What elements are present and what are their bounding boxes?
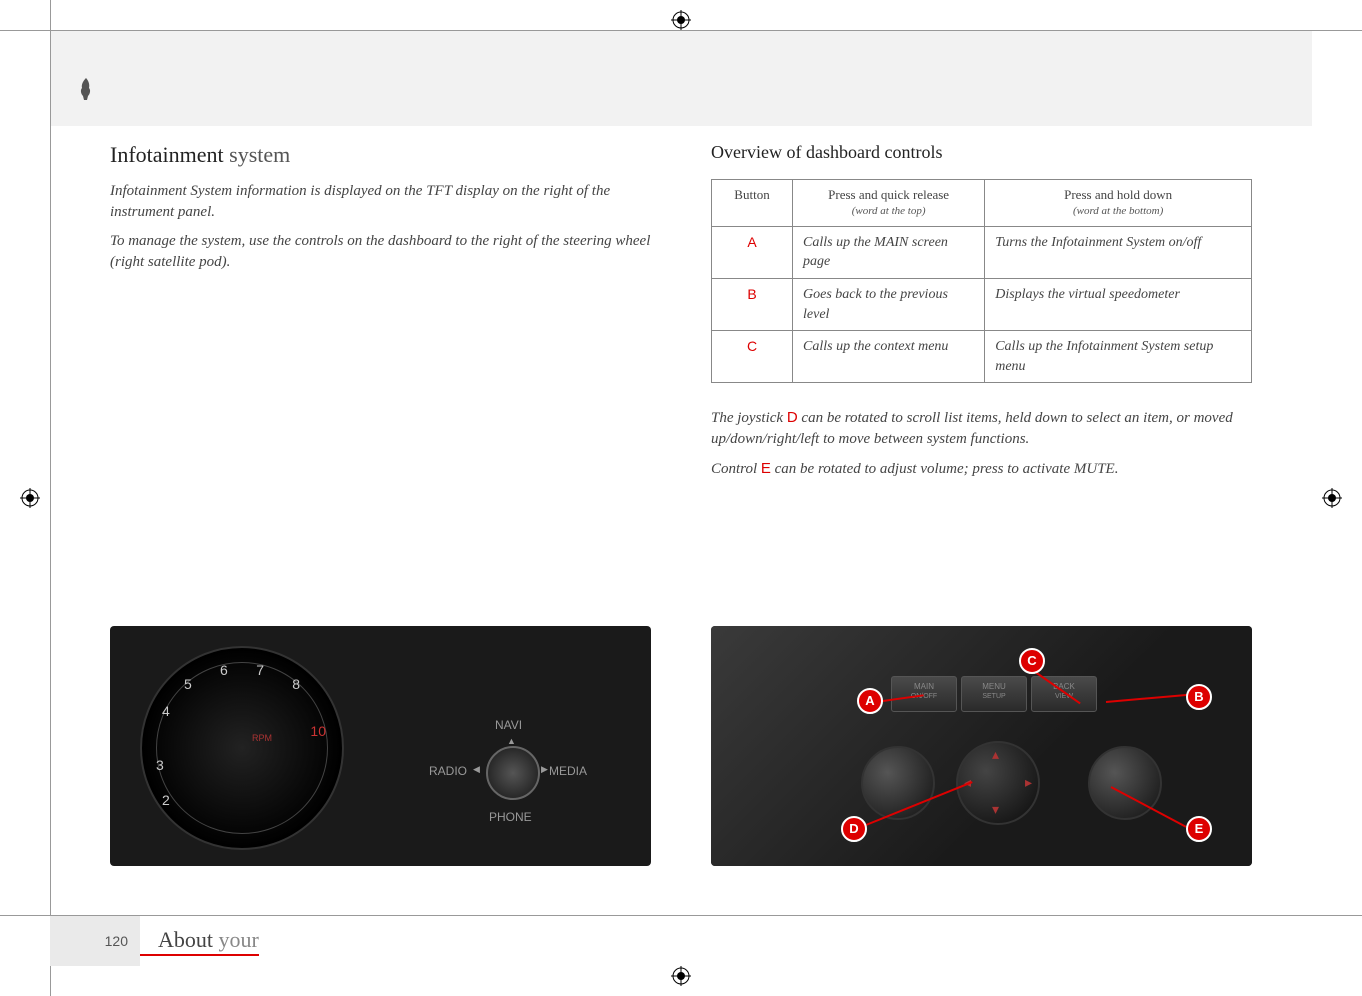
registration-mark-icon — [20, 488, 40, 508]
button-letter: B — [712, 278, 793, 330]
paragraph: Infotainment System information is displ… — [110, 181, 651, 223]
heading-main: Infotainment — [110, 142, 224, 167]
section-title: About your — [140, 927, 259, 956]
table-header-hold: Press and hold down(word at the bottom) — [985, 180, 1252, 227]
press-action: Calls up the context menu — [793, 331, 985, 383]
paragraph: To manage the system, use the controls o… — [110, 231, 651, 273]
subsection-heading: Overview of dashboard controls — [711, 140, 1252, 165]
nav-pad: NAVI RADIO MEDIA PHONE ▲ ◀ ▶ — [431, 706, 591, 846]
dashboard-controls-image: MAINON/OFF MENUSETUP BACKVIEW ▴ ◂ ▸ ▾ — [711, 626, 1252, 866]
section-heading: Infotainment system — [110, 140, 651, 171]
heading-main: Overview — [711, 142, 782, 162]
table-row: B Goes back to the previous level Displa… — [712, 278, 1252, 330]
callout-letter: E — [761, 460, 771, 477]
heading-sub: of dashboard controls — [786, 142, 942, 162]
chevron-right-icon: ▶ — [541, 764, 548, 775]
chevron-left-icon: ◀ — [473, 764, 480, 775]
arrow-down-icon: ▾ — [992, 802, 999, 819]
callout-a: A — [857, 688, 883, 714]
page-frame: Infotainment system Infotainment System … — [50, 30, 1312, 966]
page-footer: 120 About your — [50, 916, 1312, 966]
callout-b: B — [1186, 684, 1212, 710]
heading-sub: system — [229, 142, 290, 167]
left-knob — [861, 746, 935, 820]
callout-e: E — [1186, 816, 1212, 842]
press-action: Calls up the MAIN screen page — [793, 226, 985, 278]
main-button: MAINON/OFF — [891, 676, 957, 712]
nav-label-media: MEDIA — [549, 764, 587, 778]
nav-label-navi: NAVI — [495, 718, 522, 732]
images-row: 2 3 4 5 6 7 8 10 RPM NAVI RADIO MEDIA PH… — [110, 626, 1252, 866]
callout-d: D — [841, 816, 867, 842]
nav-label-radio: RADIO — [429, 764, 467, 778]
hold-action: Displays the virtual speedometer — [985, 278, 1252, 330]
table-row: A Calls up the MAIN screen page Turns th… — [712, 226, 1252, 278]
button-letter: A — [712, 226, 793, 278]
control-paragraph: Control E can be rotated to adjust volum… — [711, 458, 1252, 480]
trim-line-vertical — [50, 0, 51, 996]
callout-c: C — [1019, 648, 1045, 674]
page-number: 120 — [50, 916, 140, 966]
joystick-paragraph: The joystick D can be rotated to scroll … — [711, 407, 1252, 450]
instrument-cluster-image: 2 3 4 5 6 7 8 10 RPM NAVI RADIO MEDIA PH… — [110, 626, 651, 866]
registration-mark-icon — [671, 10, 691, 30]
controls-table: Button Press and quick release(word at t… — [711, 179, 1252, 383]
nav-joystick — [486, 746, 540, 800]
header-band — [51, 31, 1312, 126]
menu-button: MENUSETUP — [961, 676, 1027, 712]
arrow-up-icon: ▴ — [992, 747, 999, 764]
table-header-press: Press and quick release(word at the top) — [793, 180, 985, 227]
registration-mark-icon — [671, 966, 691, 986]
nav-label-phone: PHONE — [489, 810, 532, 824]
callout-letter: D — [787, 409, 798, 426]
hold-action: Turns the Infotainment System on/off — [985, 226, 1252, 278]
registration-mark-icon — [1322, 488, 1342, 508]
rpm-label: RPM — [252, 733, 272, 743]
chevron-up-icon: ▲ — [507, 736, 516, 746]
table-header-button: Button — [712, 180, 793, 227]
table-row: C Calls up the context menu Calls up the… — [712, 331, 1252, 383]
arrow-right-icon: ▸ — [1025, 775, 1032, 792]
button-letter: C — [712, 331, 793, 383]
ferrari-horse-icon — [76, 76, 96, 102]
tachometer-gauge: 2 3 4 5 6 7 8 10 RPM — [140, 646, 344, 850]
press-action: Goes back to the previous level — [793, 278, 985, 330]
hold-action: Calls up the Infotainment System setup m… — [985, 331, 1252, 383]
